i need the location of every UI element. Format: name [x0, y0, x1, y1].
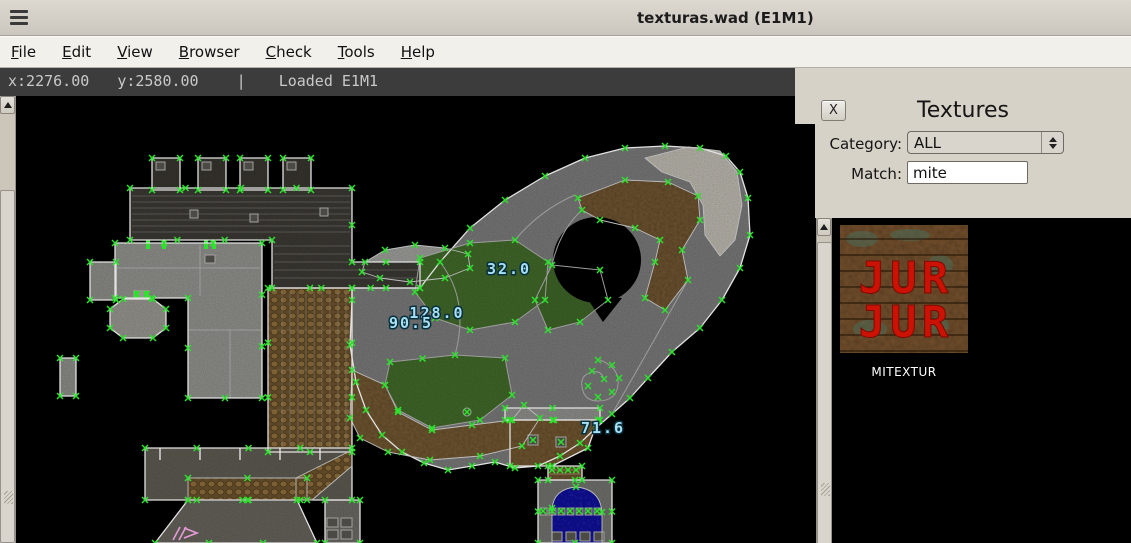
- map-sectors: [60, 146, 750, 543]
- menu-view[interactable]: View: [108, 37, 162, 67]
- map-canvas[interactable]: 32.0 128.0 90.5 71.6: [0, 96, 795, 543]
- scroll-up-icon[interactable]: [0, 96, 15, 114]
- browser-vertical-scrollbar[interactable]: [816, 218, 832, 543]
- hamburger-icon[interactable]: [10, 10, 28, 25]
- map-scrollbar-thumb[interactable]: [0, 190, 15, 543]
- menu-tools[interactable]: Tools: [329, 37, 384, 67]
- texture-overlay-text: JUR: [859, 297, 953, 348]
- measure-label: 71.6: [581, 419, 625, 437]
- category-select[interactable]: ALL: [907, 131, 1064, 154]
- doom-map[interactable]: 32.0 128.0 90.5 71.6: [16, 96, 795, 543]
- status-message: Loaded E1M1: [279, 72, 378, 90]
- menu-browser[interactable]: Browser: [170, 37, 249, 67]
- spinner-icon[interactable]: [1041, 132, 1063, 153]
- texture-name: MITEXTUR: [840, 365, 968, 379]
- cursor-y-coordinate: y:2580.00: [117, 72, 198, 90]
- window-title: texturas.wad (E1M1): [637, 9, 814, 27]
- browser-header: X Textures Category: ALL Match:: [795, 96, 1131, 218]
- app-window: texturas.wad (E1M1) File Edit View Brows…: [0, 0, 1131, 543]
- menu-file[interactable]: File: [2, 37, 45, 67]
- menubar: File Edit View Browser Check Tools Help: [0, 36, 1131, 68]
- measure-label: 90.5: [389, 314, 433, 332]
- texture-result-item[interactable]: JUR JUR MITEXTUR: [840, 225, 968, 379]
- scroll-up-icon[interactable]: [817, 218, 831, 236]
- titlebar: texturas.wad (E1M1): [0, 0, 1131, 36]
- browser-scrollbar-thumb[interactable]: [817, 242, 832, 543]
- measure-label: 32.0: [487, 260, 531, 278]
- match-input[interactable]: [907, 161, 1028, 184]
- status-separator: |: [237, 72, 246, 90]
- cursor-x-coordinate: x:2276.00: [8, 72, 89, 90]
- menu-check[interactable]: Check: [257, 37, 321, 67]
- statusbar: x:2276.00 y:2580.00 | Loaded E1M1: [0, 68, 795, 96]
- menu-edit[interactable]: Edit: [53, 37, 100, 67]
- browser-title: Textures: [795, 98, 1131, 123]
- category-label: Category:: [795, 135, 902, 153]
- menu-help[interactable]: Help: [392, 37, 444, 67]
- status-filler: [795, 68, 1131, 96]
- texture-list[interactable]: JUR JUR MITEXTUR: [795, 218, 1131, 543]
- status-row: x:2276.00 y:2580.00 | Loaded E1M1: [0, 68, 1131, 96]
- match-label: Match:: [795, 165, 902, 183]
- category-value: ALL: [908, 134, 1041, 152]
- texture-browser-panel: X Textures Category: ALL Match:: [795, 96, 1131, 543]
- texture-thumbnail: JUR JUR: [840, 225, 968, 353]
- map-vertical-scrollbar[interactable]: [0, 96, 16, 543]
